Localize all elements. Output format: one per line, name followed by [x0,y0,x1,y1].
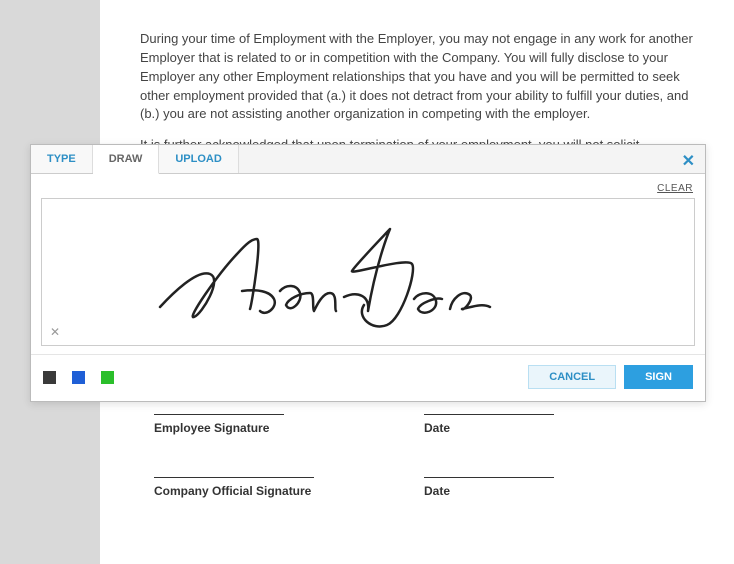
tab-type[interactable]: TYPE [31,145,93,173]
signature-modal: TYPE DRAW UPLOAD ✕ CLEAR ✕ CANCEL SIGN [30,144,706,402]
employee-date-block: Date [424,414,554,435]
color-swatch-black[interactable] [43,371,56,384]
signature-row-1: Employee Signature Date [140,414,694,435]
signature-modal-footer: CANCEL SIGN [31,354,705,401]
employee-signature-label: Employee Signature [154,421,284,435]
employee-signature-line[interactable] [154,414,284,415]
contract-paragraph-1: During your time of Employment with the … [140,30,694,124]
close-icon[interactable]: ✕ [682,151,695,171]
color-swatch-blue[interactable] [72,371,85,384]
tab-draw[interactable]: DRAW [93,145,160,174]
color-swatch-green[interactable] [101,371,114,384]
company-date-label: Date [424,484,554,498]
tab-upload[interactable]: UPLOAD [159,145,238,173]
employee-signature-block: Employee Signature [154,414,284,435]
signature-stroke [42,199,696,345]
company-signature-label: Company Official Signature [154,484,314,498]
clear-row: CLEAR [31,174,705,196]
signature-canvas[interactable]: ✕ [41,198,695,346]
signature-row-2: Company Official Signature Date [140,477,694,498]
sign-button[interactable]: SIGN [624,365,693,389]
cancel-button[interactable]: CANCEL [528,365,616,389]
company-signature-line[interactable] [154,477,314,478]
company-date-line[interactable] [424,477,554,478]
signature-modal-tabs: TYPE DRAW UPLOAD ✕ [31,145,705,174]
employee-date-label: Date [424,421,554,435]
canvas-clear-icon[interactable]: ✕ [50,325,60,339]
company-signature-block: Company Official Signature [154,477,314,498]
employee-date-line[interactable] [424,414,554,415]
company-date-block: Date [424,477,554,498]
clear-button[interactable]: CLEAR [657,183,693,194]
